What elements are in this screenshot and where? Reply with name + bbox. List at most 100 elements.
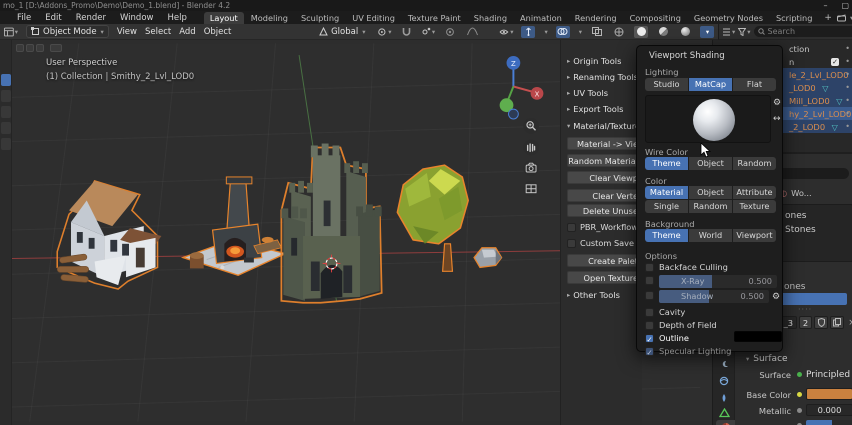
background-world-button[interactable]: World xyxy=(689,229,732,242)
select-mode-icon-3[interactable] xyxy=(36,44,44,52)
create-palette-button[interactable]: Create Palet xyxy=(567,254,641,267)
camera-view-button[interactable] xyxy=(523,160,539,176)
lighting-flat-button[interactable]: Flat xyxy=(733,78,776,91)
collection-checkbox[interactable] xyxy=(831,58,839,66)
section-origin-tools[interactable]: ▸Origin Tools xyxy=(566,56,621,66)
overlays-toggle[interactable] xyxy=(556,26,570,38)
perspective-toggle-button[interactable] xyxy=(523,181,539,197)
background-theme-button[interactable]: Theme xyxy=(645,229,688,242)
wire-theme-button[interactable]: Theme xyxy=(645,157,688,170)
scene-selector[interactable]: ▾ Scene × xyxy=(837,13,852,23)
clear-vertex-button[interactable]: Clear Verte xyxy=(567,189,641,202)
select-mode-icon-2[interactable] xyxy=(26,44,34,52)
lighting-matcap-button[interactable]: MatCap xyxy=(689,78,732,91)
clear-viewport-button[interactable]: Clear Viewp xyxy=(567,171,641,184)
delete-unused-button[interactable]: Delete Unuse xyxy=(567,204,641,217)
menu-add[interactable]: Add xyxy=(179,27,195,37)
tab-scripting[interactable]: Scripting xyxy=(770,12,818,24)
matcap-settings-gear-icon[interactable]: ⚙ xyxy=(773,98,781,108)
editor-type-icon[interactable]: ▾ xyxy=(4,26,18,38)
color-random-button[interactable]: Random xyxy=(689,200,732,213)
tab-sculpting[interactable]: Sculpting xyxy=(295,12,345,24)
shadow-settings-gear-icon[interactable]: ⚙ xyxy=(772,292,780,302)
tab-uv-editing[interactable]: UV Editing xyxy=(346,12,401,24)
menu-object[interactable]: Object xyxy=(204,27,232,37)
shading-material-button[interactable] xyxy=(656,26,670,38)
snap-settings-dropdown[interactable]: ▾ xyxy=(421,26,435,38)
gizmo-z-neg[interactable] xyxy=(508,109,518,119)
gizmos-dropdown-icon[interactable]: ▾ xyxy=(544,28,547,36)
open-texture-button[interactable]: Open Texture xyxy=(567,271,641,284)
tab-animation[interactable]: Animation xyxy=(514,12,568,24)
tab-physics-icon[interactable] xyxy=(716,374,732,388)
depth-of-field-checkbox[interactable]: Depth of Field xyxy=(645,320,717,330)
xray-checkbox[interactable] xyxy=(645,276,654,285)
tab-modeling[interactable]: Modeling xyxy=(245,12,294,24)
cursor-tool[interactable] xyxy=(1,90,11,102)
base-color-swatch[interactable] xyxy=(806,388,852,400)
mode-dropdown[interactable]: Object Mode▾ xyxy=(26,25,109,38)
menu-render[interactable]: Render xyxy=(69,13,113,23)
transform-orientation-dropdown[interactable]: Global▾ xyxy=(315,25,369,38)
snap-toggle[interactable] xyxy=(399,26,413,38)
section-other-tools[interactable]: ▸Other Tools xyxy=(566,290,620,300)
lighting-studio-button[interactable]: Studio xyxy=(645,78,688,91)
shading-dropdown-button[interactable]: ▾ xyxy=(700,26,714,38)
matcap-preview[interactable] xyxy=(645,95,771,143)
shading-solid-button[interactable] xyxy=(634,26,648,38)
zoom-button[interactable] xyxy=(523,118,539,134)
menu-edit[interactable]: Edit xyxy=(38,13,68,23)
pbr-workflow-checkbox[interactable]: PBR_Workflow xyxy=(567,222,638,232)
tab-object-data-icon[interactable] xyxy=(716,406,732,420)
background-viewport-button[interactable]: Viewport xyxy=(733,229,776,242)
surface-section-header[interactable]: ▾Surface xyxy=(745,354,788,364)
tab-shading[interactable]: Shading xyxy=(468,12,513,24)
outline-color-swatch[interactable] xyxy=(734,331,782,342)
fake-user-shield-button[interactable] xyxy=(814,316,828,329)
tab-rendering[interactable]: Rendering xyxy=(569,12,623,24)
move-tool[interactable] xyxy=(1,106,11,118)
wire-random-button[interactable]: Random xyxy=(733,157,776,170)
outliner-display-mode-dropdown[interactable]: ▾ xyxy=(722,26,735,38)
tab-texture-paint[interactable]: Texture Paint xyxy=(402,12,467,24)
resize-grip[interactable]: ···· xyxy=(798,305,812,314)
xray-toggle[interactable] xyxy=(590,26,604,38)
wire-object-button[interactable]: Object xyxy=(689,157,732,170)
proportional-falloff-dropdown[interactable] xyxy=(465,26,479,38)
matcap-flip-icon[interactable]: ↔ xyxy=(773,114,781,124)
proportional-editing-toggle[interactable] xyxy=(443,26,457,38)
color-object-button[interactable]: Object xyxy=(689,186,732,199)
menu-window[interactable]: Window xyxy=(113,13,161,23)
breadcrumb-material[interactable]: Wo... xyxy=(791,188,812,198)
material-to-viewport-button[interactable]: Material -> Vie xyxy=(567,137,641,150)
backface-culling-checkbox[interactable]: Backface Culling xyxy=(645,262,728,272)
color-single-button[interactable]: Single xyxy=(645,200,688,213)
surface-shader-value[interactable]: Principled BS... xyxy=(806,370,852,380)
menu-help[interactable]: Help xyxy=(160,13,193,23)
specular-lighting-checkbox[interactable]: Specular Lighting xyxy=(645,346,731,356)
gizmos-toggle[interactable] xyxy=(521,26,535,38)
color-material-button[interactable]: Material xyxy=(645,186,688,199)
random-material-button[interactable]: Random Material xyxy=(567,154,641,167)
shading-rendered-button[interactable] xyxy=(678,26,692,38)
matcap-sphere[interactable] xyxy=(693,99,735,141)
minimize-button[interactable]: – xyxy=(823,1,827,10)
shadow-checkbox[interactable] xyxy=(645,291,654,300)
shadow-slider[interactable]: Shadow0.500 xyxy=(659,290,769,303)
rotate-tool[interactable] xyxy=(1,122,11,134)
select-mode-icon-4[interactable] xyxy=(50,44,62,52)
material-slot-1[interactable]: Stones xyxy=(785,225,816,235)
tab-geometry-nodes[interactable]: Geometry Nodes xyxy=(688,12,769,24)
pivot-point-dropdown[interactable]: ▾ xyxy=(377,26,391,38)
maximize-button[interactable]: ▢ xyxy=(841,1,849,10)
section-renaming-tools[interactable]: ▸Renaming Tools xyxy=(566,72,638,82)
users-count-button[interactable]: 2 xyxy=(799,316,812,329)
select-mode-icon-1[interactable] xyxy=(16,44,24,52)
section-uv-tools[interactable]: ▸UV Tools xyxy=(566,88,608,98)
metallic-value-field[interactable]: 0.000 xyxy=(806,404,852,416)
outliner-search-input[interactable] xyxy=(768,27,852,36)
duplicate-material-button[interactable] xyxy=(830,316,844,329)
pan-button[interactable] xyxy=(523,140,539,156)
menu-file[interactable]: File xyxy=(10,13,38,23)
material-slot-0[interactable]: ones xyxy=(785,211,806,221)
